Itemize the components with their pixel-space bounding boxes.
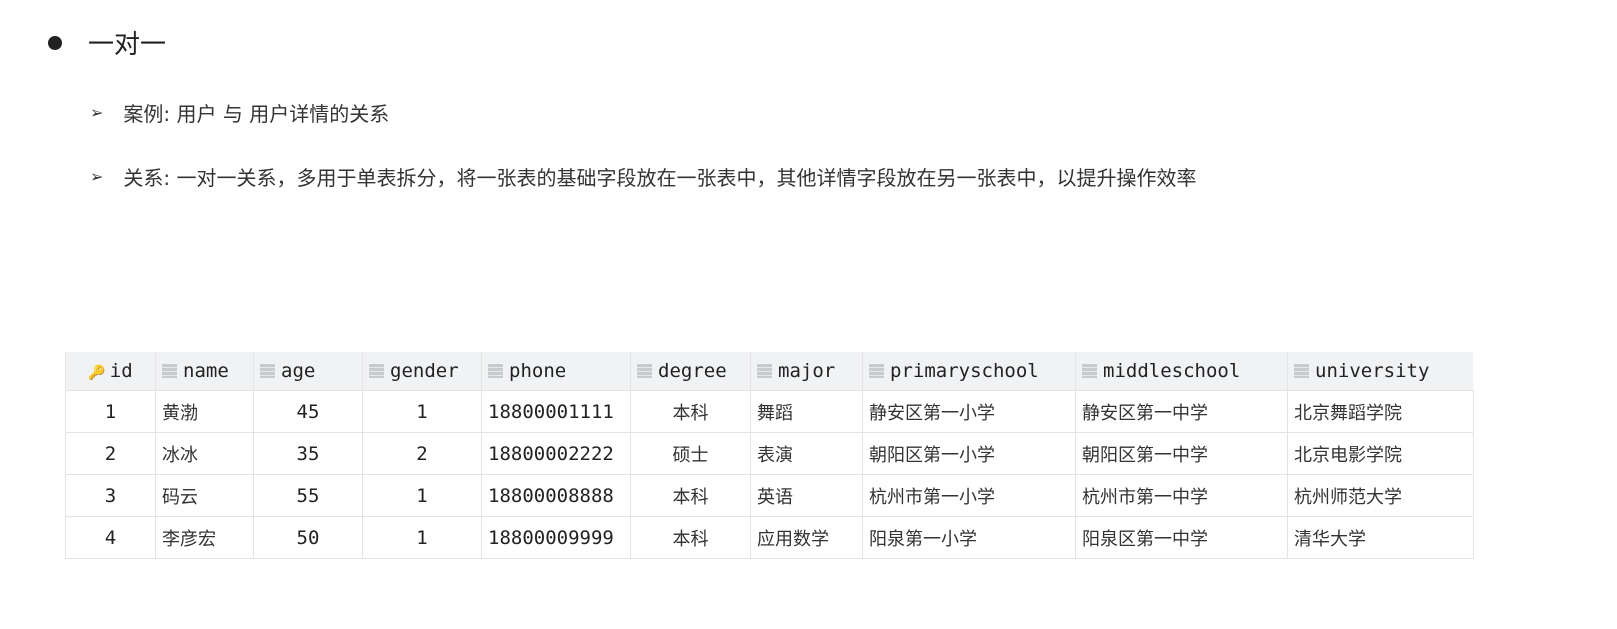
- column-name: phone: [509, 360, 567, 382]
- cell-age[interactable]: 35: [253, 432, 363, 475]
- column-header-name[interactable]: name: [155, 352, 254, 391]
- cell-major[interactable]: 舞蹈: [750, 390, 863, 433]
- cell-gender[interactable]: 1: [362, 516, 482, 559]
- cell-id[interactable]: 3: [65, 474, 156, 517]
- column-name: middleschool: [1103, 360, 1241, 382]
- table-row[interactable]: 1 黄渤 45 1 18800001111 本科 舞蹈 静安区第一小学 静安区第一中学 北京舞蹈学…: [65, 390, 1474, 433]
- cell-middleschool[interactable]: 静安区第一中学: [1075, 390, 1288, 433]
- title-text: 一对一: [88, 30, 167, 60]
- bullet-case: ➢ 案例: 用户 与 用户详情的关系: [90, 98, 389, 127]
- cell-phone[interactable]: 18800001111: [481, 390, 631, 433]
- primary-key-icon: 🔑: [88, 365, 106, 381]
- column-header-age[interactable]: age: [253, 352, 363, 391]
- table-row[interactable]: 3 码云 55 1 18800008888 本科 英语 杭州市第一小学 杭州市第一中学 杭州师范大…: [65, 474, 1474, 517]
- cell-gender[interactable]: 1: [362, 474, 482, 517]
- bullet-dot-icon: [48, 35, 62, 50]
- arrow-bullet-icon: ➢: [90, 103, 104, 122]
- cell-major[interactable]: 表演: [750, 432, 863, 475]
- column-header-university[interactable]: university: [1287, 352, 1473, 391]
- cell-degree[interactable]: 本科: [630, 474, 751, 517]
- column-header-middleschool[interactable]: middleschool: [1075, 352, 1288, 391]
- column-icon: [637, 364, 652, 378]
- cell-phone[interactable]: 18800002222: [481, 432, 631, 475]
- cell-middleschool[interactable]: 朝阳区第一中学: [1075, 432, 1288, 475]
- column-name: age: [281, 360, 316, 382]
- cell-id[interactable]: 2: [65, 432, 156, 475]
- data-table: 🔑 id name age gender phone degree major primarys…: [65, 352, 1474, 559]
- cell-degree[interactable]: 硕士: [630, 432, 751, 475]
- cell-university[interactable]: 北京舞蹈学院: [1287, 390, 1474, 433]
- cell-age[interactable]: 50: [253, 516, 363, 559]
- column-icon: [162, 364, 177, 378]
- cell-gender[interactable]: 1: [362, 390, 482, 433]
- cell-university[interactable]: 北京电影学院: [1287, 432, 1474, 475]
- cell-primaryschool[interactable]: 静安区第一小学: [862, 390, 1076, 433]
- column-icon: [869, 364, 884, 378]
- cell-university[interactable]: 清华大学: [1287, 516, 1474, 559]
- column-header-degree[interactable]: degree: [630, 352, 751, 391]
- cell-gender[interactable]: 2: [362, 432, 482, 475]
- cell-middleschool[interactable]: 阳泉区第一中学: [1075, 516, 1288, 559]
- slide-title: 一对一: [48, 24, 166, 61]
- cell-university[interactable]: 杭州师范大学: [1287, 474, 1474, 517]
- cell-phone[interactable]: 18800008888: [481, 474, 631, 517]
- column-icon: [757, 364, 772, 378]
- cell-primaryschool[interactable]: 朝阳区第一小学: [862, 432, 1076, 475]
- cell-major[interactable]: 英语: [750, 474, 863, 517]
- column-icon: [1082, 364, 1097, 378]
- column-header-major[interactable]: major: [750, 352, 863, 391]
- cell-age[interactable]: 55: [253, 474, 363, 517]
- column-icon: [369, 364, 384, 378]
- cell-age[interactable]: 45: [253, 390, 363, 433]
- cell-middleschool[interactable]: 杭州市第一中学: [1075, 474, 1288, 517]
- bullet-text: 关系: 一对一关系，多用于单表拆分，将一张表的基础字段放在一张表中，其他详情字段…: [123, 166, 1197, 190]
- cell-degree[interactable]: 本科: [630, 516, 751, 559]
- column-header-primaryschool[interactable]: primaryschool: [862, 352, 1076, 391]
- cell-id[interactable]: 4: [65, 516, 156, 559]
- column-name: gender: [390, 360, 459, 382]
- cell-major[interactable]: 应用数学: [750, 516, 863, 559]
- cell-name[interactable]: 黄渤: [155, 390, 254, 433]
- column-header-phone[interactable]: phone: [481, 352, 631, 391]
- cell-name[interactable]: 码云: [155, 474, 254, 517]
- cell-primaryschool[interactable]: 阳泉第一小学: [862, 516, 1076, 559]
- column-icon: [488, 364, 503, 378]
- column-header-id[interactable]: 🔑 id: [65, 352, 156, 391]
- table-row[interactable]: 2 冰冰 35 2 18800002222 硕士 表演 朝阳区第一小学 朝阳区第一中学 北京电影学…: [65, 432, 1474, 475]
- table-row[interactable]: 4 李彦宏 50 1 18800009999 本科 应用数学 阳泉第一小学 阳泉区第一中学 清华大…: [65, 516, 1474, 559]
- cell-name[interactable]: 冰冰: [155, 432, 254, 475]
- bullet-text: 案例: 用户 与 用户详情的关系: [123, 102, 390, 126]
- arrow-bullet-icon: ➢: [90, 167, 104, 186]
- column-name: major: [778, 360, 836, 382]
- column-icon: [260, 364, 275, 378]
- cell-phone[interactable]: 18800009999: [481, 516, 631, 559]
- column-icon: [1294, 364, 1309, 378]
- cell-degree[interactable]: 本科: [630, 390, 751, 433]
- column-name: degree: [658, 360, 727, 382]
- bullet-relation: ➢ 关系: 一对一关系，多用于单表拆分，将一张表的基础字段放在一张表中，其他详情字…: [90, 162, 1197, 191]
- column-name: primaryschool: [890, 360, 1039, 382]
- column-name: name: [183, 360, 229, 382]
- column-header-gender[interactable]: gender: [362, 352, 482, 391]
- cell-name[interactable]: 李彦宏: [155, 516, 254, 559]
- cell-id[interactable]: 1: [65, 390, 156, 433]
- cell-primaryschool[interactable]: 杭州市第一小学: [862, 474, 1076, 517]
- column-name: university: [1315, 360, 1430, 382]
- column-name: id: [109, 360, 133, 382]
